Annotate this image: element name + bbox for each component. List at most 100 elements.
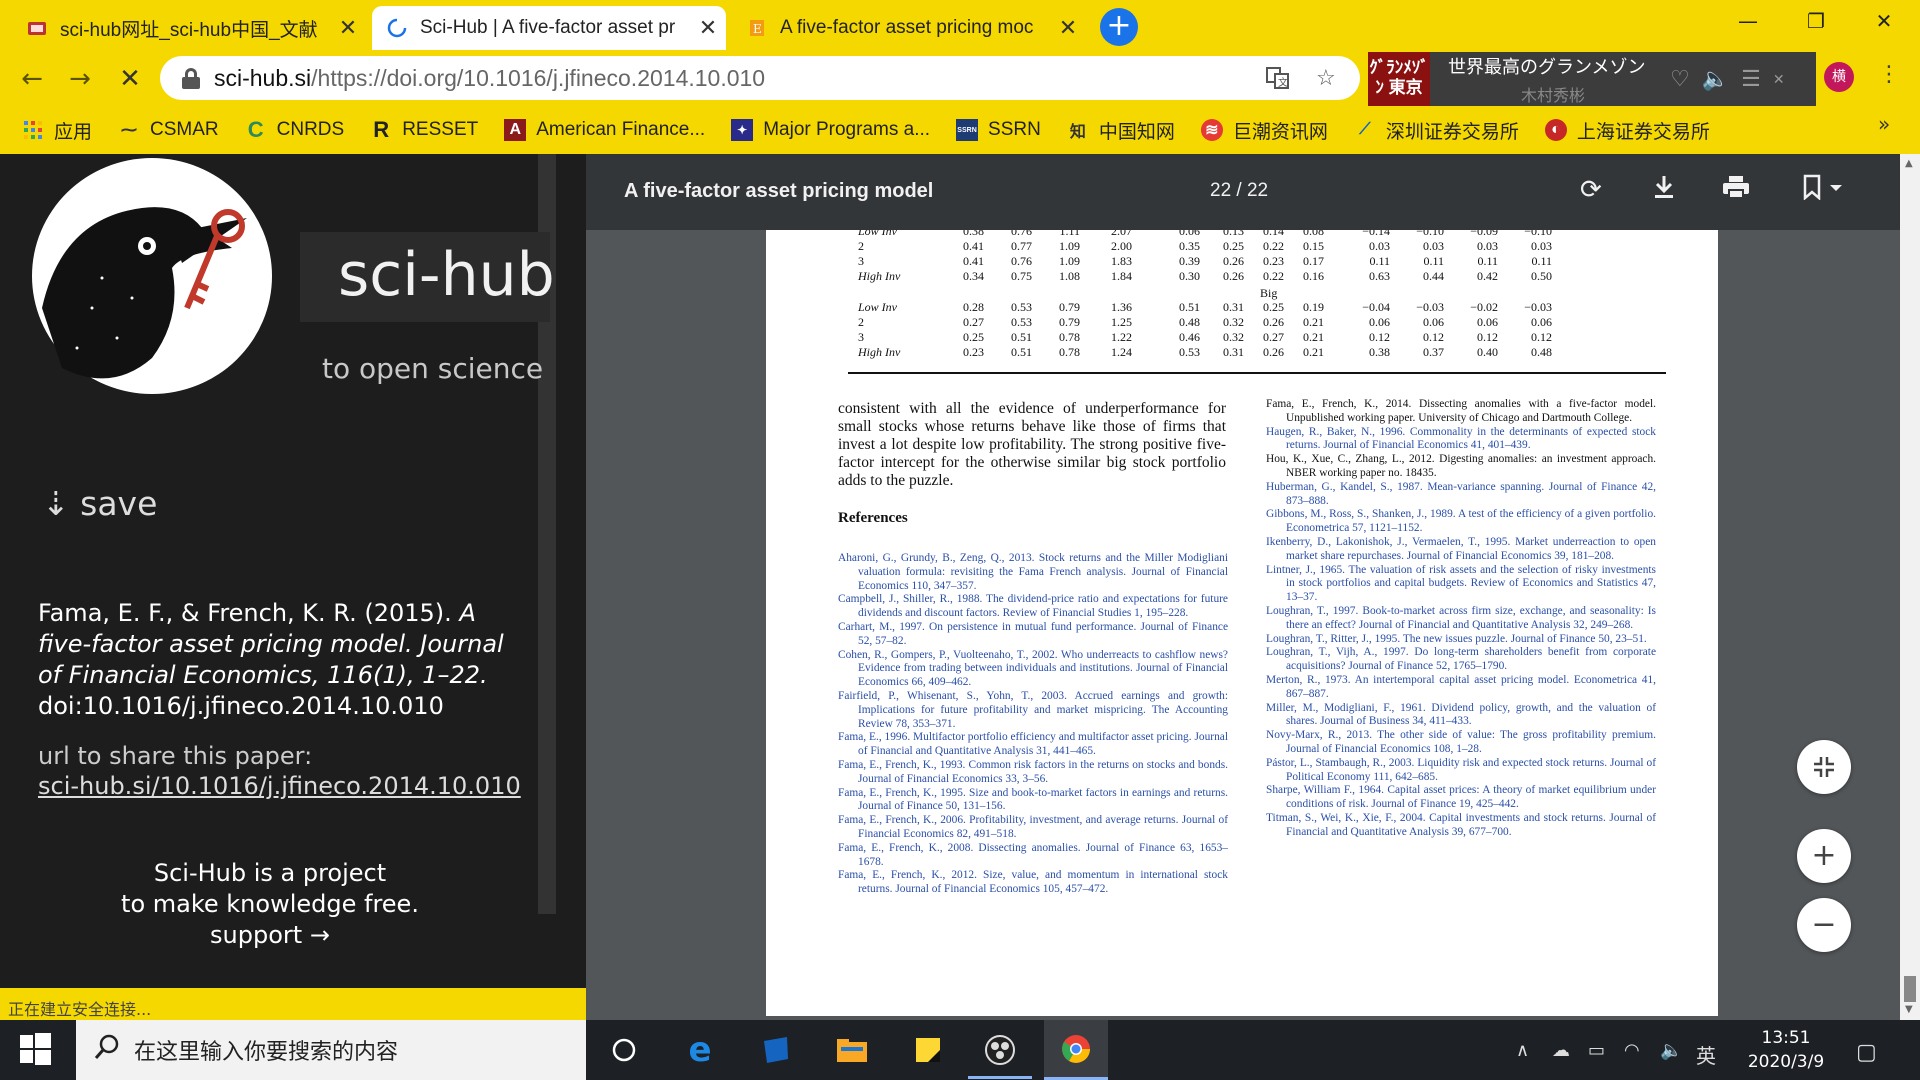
- reference-entry[interactable]: Hou, K., Xue, C., Zhang, L., 2012. Diges…: [1266, 453, 1656, 481]
- file-explorer-icon[interactable]: [820, 1020, 884, 1080]
- show-hidden-icons-icon[interactable]: ∧: [1516, 1040, 1529, 1061]
- reference-entry[interactable]: Miller, M., Modigliani, F., 1961. Divide…: [1266, 702, 1656, 730]
- windows-start-icon[interactable]: [18, 1032, 52, 1070]
- close-tab-icon[interactable]: ✕: [690, 15, 726, 41]
- media-player-widget[interactable]: ｸﾞﾗﾝﾒｿﾞﾝ 東京 世界最高のグランメゾン 木村秀彬 ♡ 🔈 ☰ ✕: [1368, 52, 1816, 106]
- reference-entry[interactable]: Pástor, L., Stambaugh, R., 2003. Liquidi…: [1266, 757, 1656, 785]
- wifi-icon[interactable]: ◠: [1624, 1040, 1640, 1061]
- stop-loading-icon[interactable]: ✕: [112, 62, 148, 96]
- bookmark-dropdown-icon[interactable]: [1802, 174, 1846, 207]
- tab-scihub-paper[interactable]: Sci-Hub | A five-factor asset pr ✕: [372, 6, 726, 50]
- bookmark-csmar[interactable]: ⁓ CSMAR: [118, 119, 219, 141]
- print-icon[interactable]: [1722, 174, 1750, 207]
- reference-entry[interactable]: Sharpe, William F., 1964. Capital asset …: [1266, 784, 1656, 812]
- close-window-button[interactable]: ✕: [1854, 6, 1914, 36]
- page-indicator[interactable]: 22 / 22: [1210, 180, 1268, 202]
- reference-entry[interactable]: Aharoni, G., Grundy, B., Zeng, Q., 2013.…: [838, 552, 1228, 593]
- new-tab-button[interactable]: +: [1100, 8, 1138, 46]
- reference-entry[interactable]: Fama, E., French, K., 1995. Size and boo…: [838, 787, 1228, 815]
- store-app-icon[interactable]: [744, 1020, 808, 1080]
- reference-entry[interactable]: Carhart, M., 1997. On persistence in mut…: [838, 621, 1228, 649]
- bookmark-ssrn[interactable]: SSRN SSRN: [956, 119, 1041, 141]
- action-center-icon[interactable]: ▢: [1856, 1040, 1877, 1065]
- taskbar-clock[interactable]: 13:51 2020/3/9: [1736, 1026, 1836, 1074]
- reference-entry[interactable]: Cohen, R., Gompers, P., Vuolteenaho, T.,…: [838, 649, 1228, 690]
- rotate-icon[interactable]: ⟳: [1580, 174, 1602, 205]
- zoom-out-button[interactable]: −: [1797, 898, 1851, 952]
- onedrive-cloud-icon[interactable]: ☁: [1552, 1040, 1570, 1061]
- bookmark-afa[interactable]: A American Finance...: [504, 119, 705, 141]
- close-media-icon[interactable]: ✕: [1773, 71, 1785, 88]
- bookmark-cnrds[interactable]: C CNRDS: [245, 117, 345, 142]
- download-icon[interactable]: [1652, 174, 1676, 207]
- reference-entry[interactable]: Gibbons, M., Ross, S., Shanken, J., 1989…: [1266, 508, 1656, 536]
- reference-entry[interactable]: Fairfield, P., Whisenant, S., Yohn, T., …: [838, 690, 1228, 731]
- translate-icon[interactable]: 文: [1266, 66, 1290, 96]
- reference-entry[interactable]: Ikenberry, D., Lakonishok, J., Vermaelen…: [1266, 536, 1656, 564]
- scihub-raven-logo[interactable]: [32, 158, 272, 394]
- bookmarks-overflow-button[interactable]: »: [1878, 112, 1890, 136]
- back-arrow-icon[interactable]: ←: [14, 62, 50, 96]
- menu-kebab-icon[interactable]: ⋮: [1878, 62, 1900, 87]
- heart-icon[interactable]: ♡: [1670, 66, 1690, 92]
- close-tab-icon[interactable]: ✕: [1050, 15, 1086, 41]
- minimize-button[interactable]: —: [1718, 6, 1778, 36]
- reference-entry[interactable]: Loughran, T., Vijh, A., 1997. Do long-te…: [1266, 646, 1656, 674]
- reference-entry[interactable]: Fama, E., French, K., 1993. Common risk …: [838, 759, 1228, 787]
- reference-entry[interactable]: Fama, E., French, K., 2014. Dissecting a…: [1266, 398, 1656, 426]
- bookmark-cninfo[interactable]: ≋ 巨潮资讯网: [1200, 117, 1328, 144]
- volume-icon[interactable]: 🔈: [1702, 66, 1729, 92]
- reference-entry[interactable]: Loughran, T., Ritter, J., 1995. The new …: [1266, 633, 1656, 647]
- reference-entry[interactable]: Titman, S., Wei, K., Xie, F., 2004. Capi…: [1266, 812, 1656, 840]
- reference-entry[interactable]: Fama, E., French, K., 2008. Dissecting a…: [838, 842, 1228, 870]
- table-cell: 0.03: [1531, 239, 1552, 253]
- profile-avatar[interactable]: 横: [1824, 62, 1854, 92]
- edge-browser-icon[interactable]: e: [668, 1020, 732, 1080]
- chrome-browser-icon[interactable]: [1044, 1020, 1108, 1080]
- task-view-icon[interactable]: [592, 1020, 656, 1080]
- lock-icon[interactable]: [182, 68, 200, 89]
- save-button[interactable]: ⇣ save: [42, 484, 157, 523]
- bookmark-star-icon[interactable]: ☆: [1316, 66, 1336, 91]
- table-cell: 0.48: [1179, 315, 1200, 329]
- bookmark-programs[interactable]: ✦ Major Programs a...: [731, 119, 930, 141]
- reference-entry[interactable]: Campbell, J., Shiller, R., 1988. The div…: [838, 593, 1228, 621]
- forward-arrow-icon[interactable]: →: [62, 62, 98, 96]
- bookmark-szse[interactable]: ⟋ 深圳证券交易所: [1354, 117, 1519, 144]
- reference-entry[interactable]: Fama, E., 1996. Multifactor portfolio ef…: [838, 731, 1228, 759]
- reference-entry[interactable]: Merton, R., 1973. An intertemporal capit…: [1266, 674, 1656, 702]
- reference-entry[interactable]: Haugen, R., Baker, N., 1996. Commonality…: [1266, 426, 1656, 454]
- zoom-in-button[interactable]: +: [1797, 829, 1851, 883]
- scroll-up-icon[interactable]: ▲: [1905, 158, 1913, 169]
- support-link[interactable]: support →: [80, 920, 460, 951]
- reference-entry[interactable]: Fama, E., French, K., 2012. Size, value,…: [838, 869, 1228, 897]
- close-tab-icon[interactable]: ✕: [330, 15, 366, 41]
- reference-entry[interactable]: Lintner, J., 1965. The valuation of risk…: [1266, 564, 1656, 605]
- fit-to-page-button[interactable]: [1797, 740, 1851, 794]
- scihub-brand[interactable]: sci-hub: [338, 240, 555, 310]
- sticky-notes-icon[interactable]: [896, 1020, 960, 1080]
- speaker-icon[interactable]: 🔈: [1660, 1040, 1682, 1061]
- address-bar[interactable]: sci-hub.si/https://doi.org/10.1016/j.jfi…: [160, 56, 1360, 100]
- bookmark-cnki[interactable]: 知 中国知网: [1067, 117, 1175, 144]
- reference-entry[interactable]: Fama, E., French, K., 2006. Profitabilit…: [838, 814, 1228, 842]
- scroll-down-icon[interactable]: ▼: [1905, 1004, 1913, 1015]
- bookmark-sse[interactable]: ◐ 上海证券交易所: [1544, 117, 1710, 144]
- obs-studio-icon[interactable]: [968, 1020, 1032, 1080]
- battery-icon[interactable]: ▭: [1588, 1040, 1605, 1061]
- restore-button[interactable]: ❐: [1786, 6, 1846, 36]
- playlist-icon[interactable]: ☰: [1741, 66, 1761, 92]
- share-url-link[interactable]: sci-hub.si/10.1016/j.jfineco.2014.10.010: [38, 772, 521, 800]
- bookmark-resset[interactable]: R RESSET: [370, 117, 478, 142]
- reference-entry[interactable]: Novy-Marx, R., 2013. The other side of v…: [1266, 729, 1656, 757]
- page-scrollbar[interactable]: ▲ ▼: [1900, 154, 1920, 1020]
- scrollbar-thumb[interactable]: [1904, 976, 1916, 1002]
- table-cell: 0.53: [1179, 345, 1200, 359]
- reference-entry[interactable]: Huberman, G., Kandel, S., 1987. Mean-var…: [1266, 481, 1656, 509]
- tab-pdf[interactable]: E A five-factor asset pricing moc ✕: [732, 6, 1086, 50]
- taskbar-search-box[interactable]: 在这里输入你要搜索的内容: [76, 1020, 586, 1080]
- reference-entry[interactable]: Loughran, T., 1997. Book-to-market acros…: [1266, 605, 1656, 633]
- input-method-indicator[interactable]: 英: [1696, 1040, 1716, 1069]
- tab-scihub-search[interactable]: sci-hub网址_sci-hub中国_文献 ✕: [12, 6, 366, 50]
- bookmark-apps[interactable]: 应用: [22, 117, 92, 144]
